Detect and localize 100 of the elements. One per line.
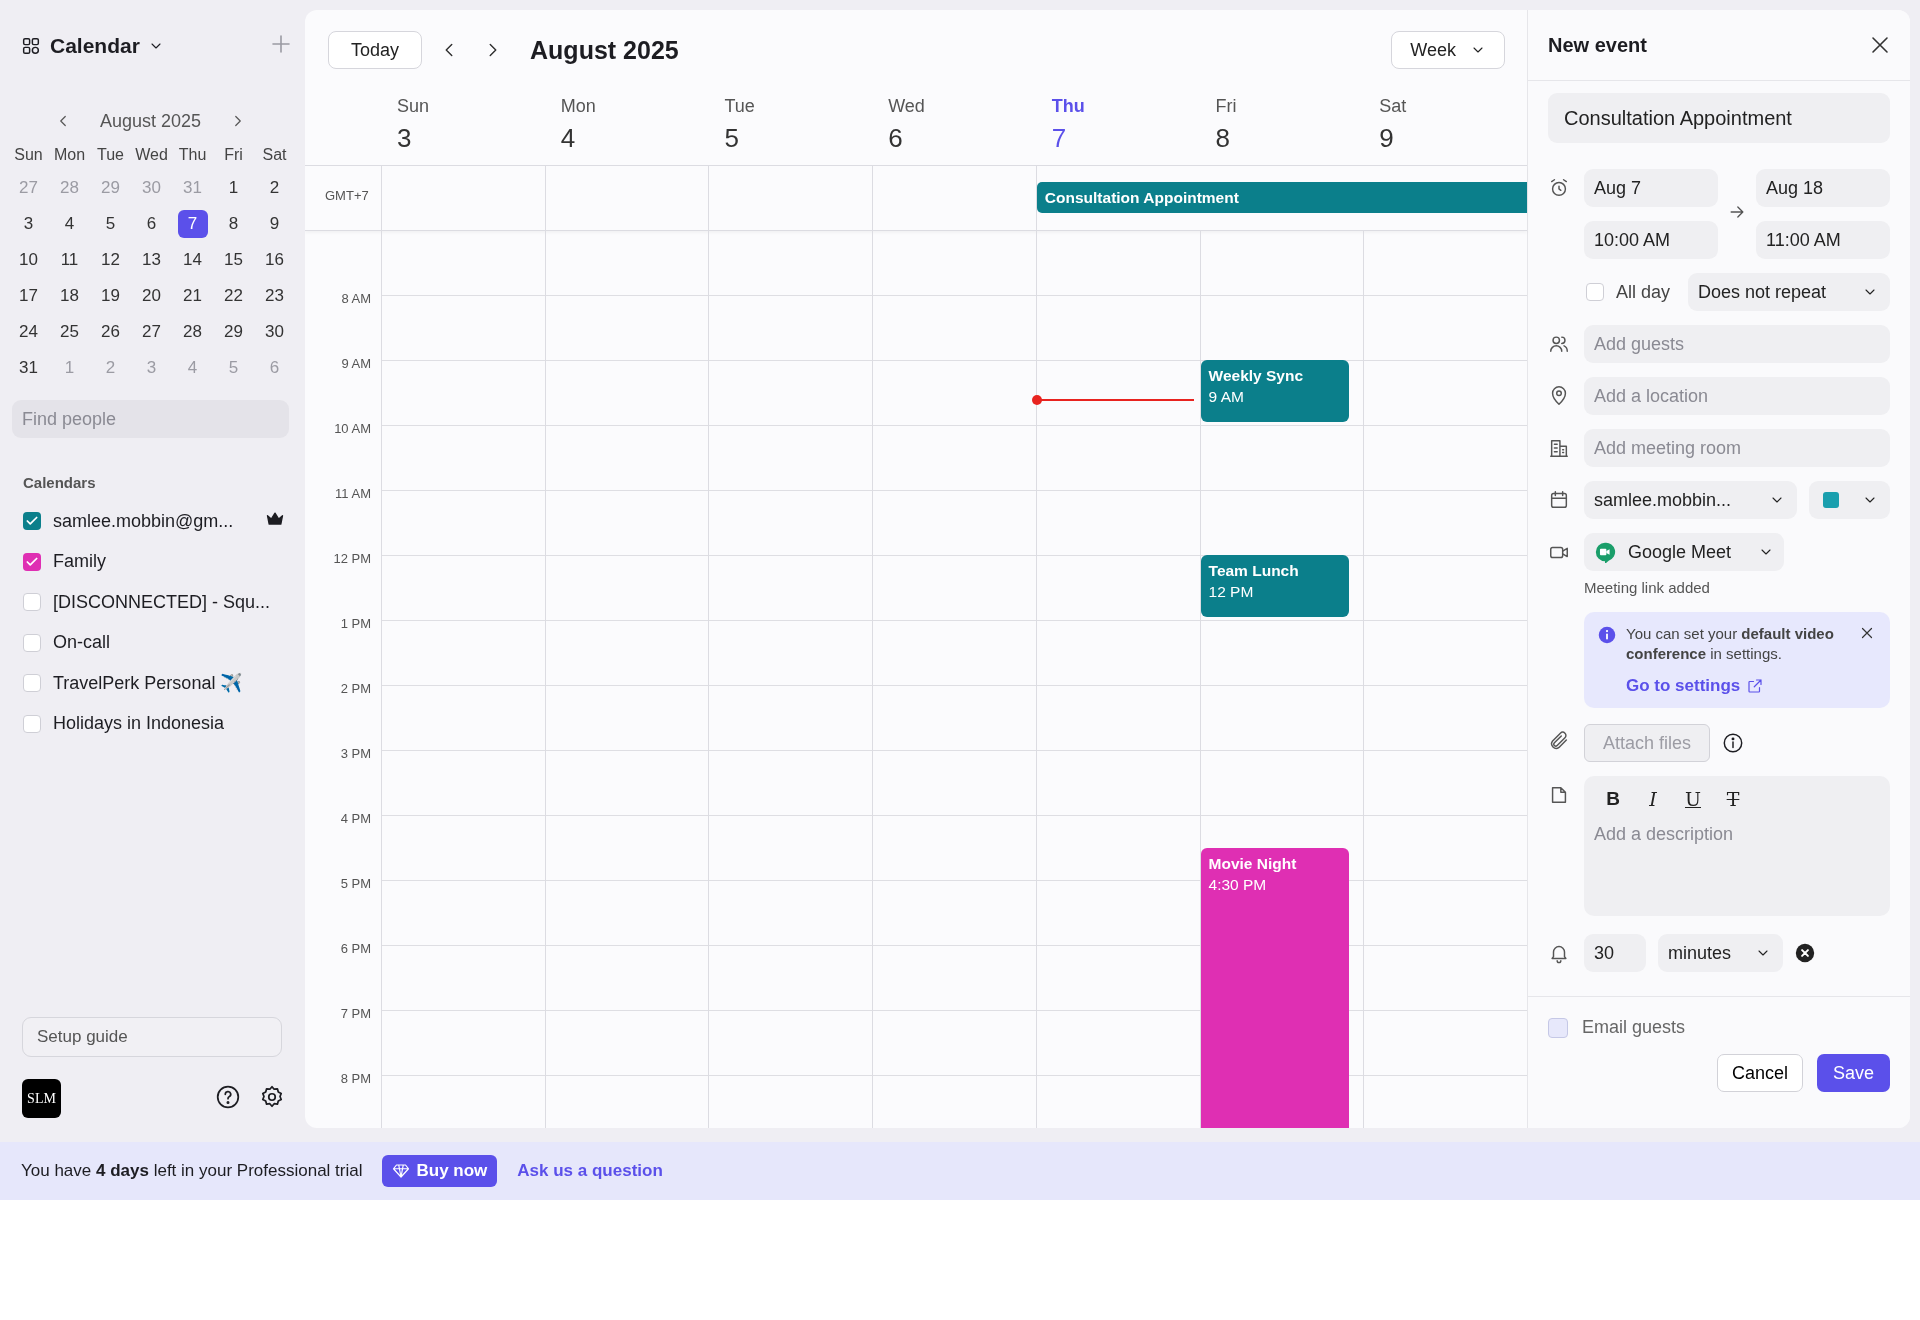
date-cell[interactable]: 7 (177, 210, 208, 238)
buy-now-button[interactable]: Buy now (382, 1155, 498, 1187)
avatar[interactable]: SLM (22, 1079, 61, 1118)
calendar-name[interactable]: On-call (53, 632, 110, 654)
event-block[interactable]: Movie Night 4:30 PM (1200, 847, 1350, 1128)
checkbox[interactable] (1548, 1017, 1568, 1038)
conference-dropdown[interactable]: Google Meet (1584, 533, 1784, 571)
setup-guide-button[interactable]: Setup guide (22, 1017, 282, 1057)
today-button[interactable]: Today (328, 31, 423, 69)
date-cell[interactable]: 3 (13, 210, 44, 238)
format-button[interactable]: B (1602, 788, 1624, 810)
date-cell[interactable]: 27 (136, 318, 167, 346)
calendar-name[interactable]: samlee.mobbin@gm... (53, 510, 234, 532)
event-title: Movie Night (1208, 853, 1298, 874)
checkbox[interactable] (23, 633, 41, 652)
date-cell[interactable]: 11 (54, 246, 85, 274)
reminder-value-field[interactable]: 30 (1584, 934, 1646, 972)
repeat-dropdown[interactable]: Does not repeat (1688, 273, 1890, 311)
date-cell[interactable]: 30 (259, 318, 290, 346)
meeting-link-note: Meeting link added (1584, 579, 1711, 596)
plus-icon[interactable] (269, 32, 293, 56)
event-block[interactable]: Weekly Sync 9 AM (1200, 360, 1350, 422)
day-number[interactable]: 9 (1379, 123, 1527, 154)
date-cell[interactable]: 21 (177, 282, 208, 310)
calendar-name[interactable]: Family (53, 551, 106, 573)
date-cell[interactable]: 26 (95, 318, 126, 346)
date-cell[interactable]: 14 (177, 246, 208, 274)
end-time-field[interactable]: 11:00 AM (1756, 221, 1890, 259)
date-cell[interactable]: 8 (218, 210, 249, 238)
checkbox[interactable] (23, 512, 41, 531)
checkbox[interactable] (23, 552, 41, 571)
date-cell[interactable]: 5 (95, 210, 126, 238)
checkbox[interactable] (1586, 283, 1604, 301)
date-cell[interactable]: 4 (54, 210, 85, 238)
date-cell[interactable]: 16 (259, 246, 290, 274)
date-cell[interactable]: 29 (218, 318, 249, 346)
date-cell[interactable]: 22 (218, 282, 249, 310)
color-dropdown[interactable] (1809, 481, 1890, 519)
day-number[interactable]: 6 (888, 123, 1036, 154)
date-cell[interactable]: 10 (13, 246, 44, 274)
end-date-field[interactable]: Aug 18 (1756, 169, 1890, 207)
calendar-dropdown[interactable]: samlee.mobbin... (1584, 481, 1797, 519)
date-cell[interactable]: 1 (218, 174, 249, 202)
date-cell[interactable]: 18 (54, 282, 85, 310)
reminder-unit-dropdown[interactable]: minutes (1658, 934, 1783, 972)
remove-icon[interactable] (1795, 943, 1815, 963)
date-cell[interactable]: 2 (259, 174, 290, 202)
hour-label: 6 PM (340, 940, 371, 956)
date-cell[interactable]: 12 (95, 246, 126, 274)
event-title-field[interactable]: Consultation Appointment (1548, 93, 1890, 143)
date-cell[interactable]: 28 (177, 318, 208, 346)
app-title[interactable]: Calendar (50, 34, 140, 58)
day-column[interactable] (1035, 231, 1200, 1128)
description-field[interactable]: B I U T Add a description (1584, 776, 1890, 916)
start-date-field[interactable]: Aug 7 (1584, 169, 1718, 207)
checkbox[interactable] (23, 593, 41, 612)
date-cell[interactable]: 24 (13, 318, 44, 346)
date-cell[interactable]: 15 (218, 246, 249, 274)
calendar-name[interactable]: TravelPerk Personal ✈ (53, 672, 243, 695)
date-cell[interactable]: 19 (95, 282, 126, 310)
cancel-button[interactable]: Cancel (1716, 1054, 1803, 1092)
date-cell[interactable]: 9 (259, 210, 290, 238)
date-cell[interactable]: 17 (13, 282, 44, 310)
meeting-room-field[interactable]: Add meeting room (1584, 429, 1890, 467)
day-number[interactable]: 3 (397, 123, 545, 154)
date-cell[interactable]: 20 (136, 282, 167, 310)
checkbox[interactable] (23, 674, 41, 693)
format-button[interactable]: T (1722, 788, 1744, 810)
date-cell[interactable]: 23 (259, 282, 290, 310)
all-day-event[interactable]: Consultation Appointment (1036, 182, 1527, 213)
ask-question-link[interactable]: Ask us a question (517, 1161, 663, 1181)
help-icon[interactable] (215, 1083, 241, 1110)
format-button[interactable]: U (1682, 788, 1704, 810)
day-number[interactable]: 7 (1051, 123, 1200, 154)
settings-link[interactable]: Go to settings (1626, 676, 1765, 696)
find-people-field[interactable]: Find people (12, 400, 289, 438)
day-column[interactable] (1363, 231, 1527, 1128)
format-button[interactable]: I (1642, 788, 1664, 810)
day-number[interactable]: 4 (560, 123, 709, 154)
date-cell[interactable]: 6 (136, 210, 167, 238)
date-cell[interactable]: 25 (54, 318, 85, 346)
calendar-name[interactable]: Holidays in Indonesia (53, 713, 225, 735)
start-time-field[interactable]: 10:00 AM (1584, 221, 1718, 259)
settings-icon[interactable] (259, 1083, 285, 1110)
day-column[interactable] (708, 231, 873, 1128)
event-block[interactable]: Team Lunch 12 PM (1200, 555, 1350, 617)
day-number[interactable]: 5 (724, 123, 873, 154)
day-column[interactable] (872, 231, 1036, 1128)
day-number[interactable]: 8 (1215, 123, 1364, 154)
view-dropdown[interactable]: Week (1391, 31, 1505, 69)
checkbox[interactable] (23, 714, 41, 733)
day-column[interactable] (544, 231, 709, 1128)
date-cell[interactable]: 31 (13, 354, 44, 382)
calendar-name[interactable]: [DISCONNECTED] - Squ... (53, 591, 271, 613)
location-field[interactable]: Add a location (1584, 377, 1890, 415)
save-button[interactable]: Save (1816, 1054, 1890, 1092)
day-column[interactable] (381, 231, 545, 1128)
guests-field[interactable]: Add guests (1584, 325, 1890, 363)
date-cell[interactable]: 13 (136, 246, 167, 274)
day-column[interactable]: Weekly Sync 9 AM Team Lunch 12 PM Movie Night 4:30 PM (1199, 231, 1364, 1128)
